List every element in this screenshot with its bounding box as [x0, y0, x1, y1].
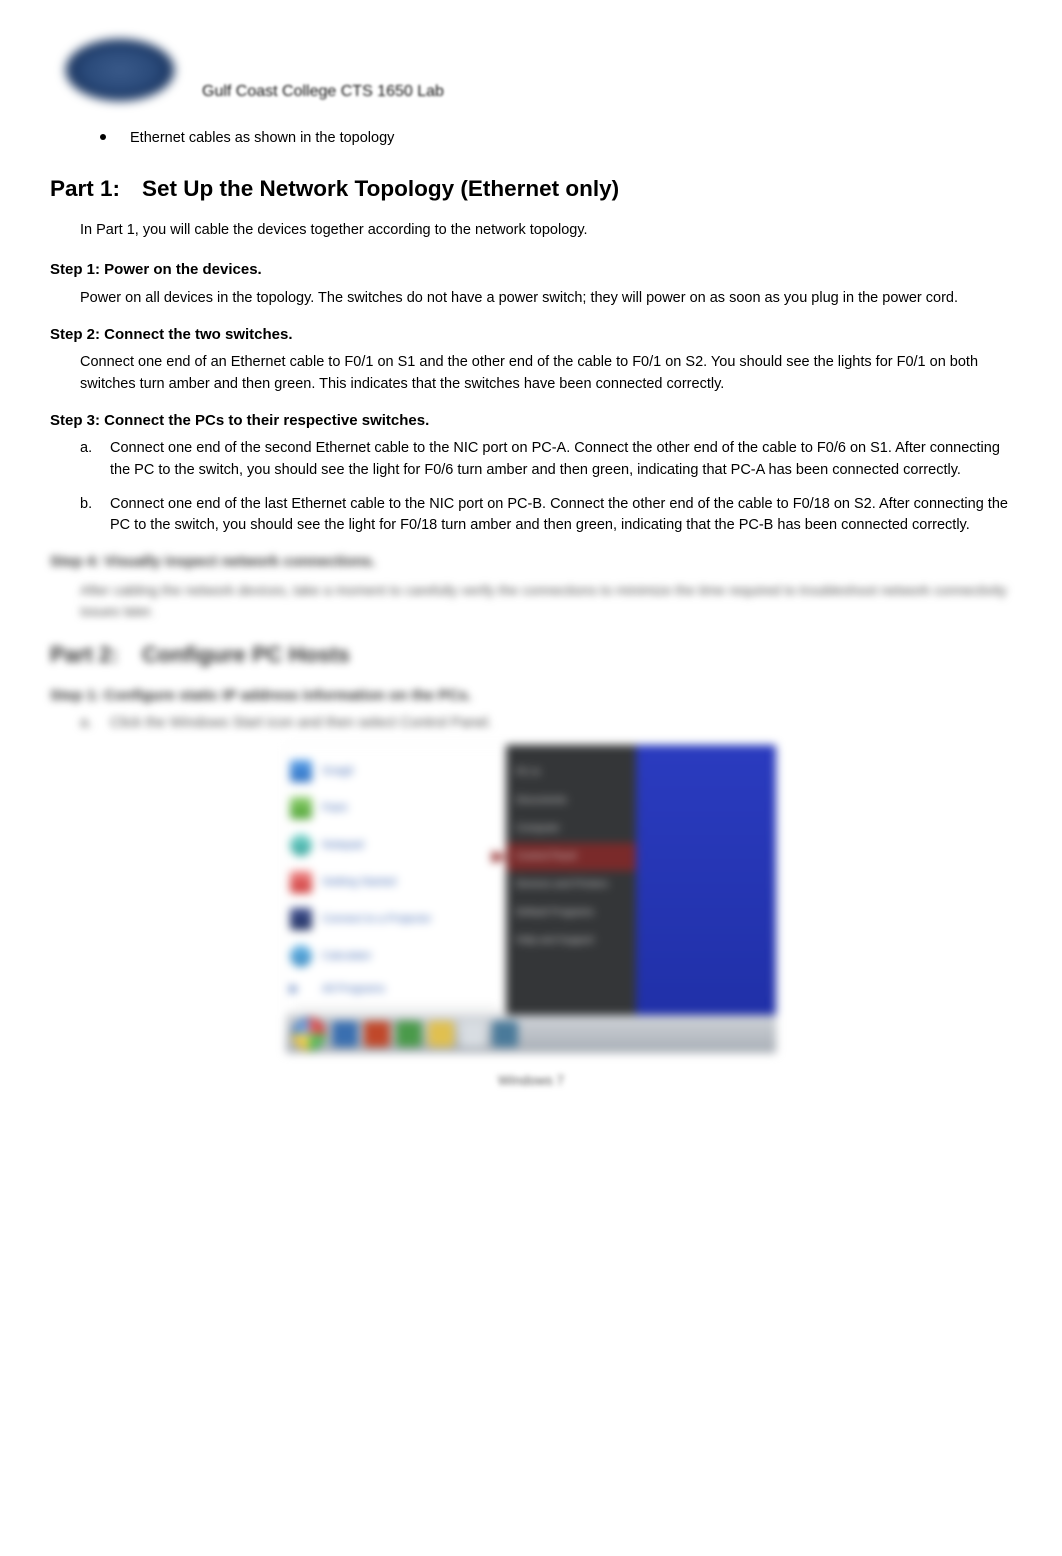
step3-a-text: Connect one end of the second Ethernet c… — [110, 438, 1012, 482]
dark-menu-default-programs[interactable]: Default Programs — [506, 899, 636, 927]
step1-body: Power on all devices in the topology. Th… — [80, 288, 1012, 310]
taskbar-icon[interactable] — [460, 1021, 486, 1047]
separator — [296, 1006, 496, 1007]
step4-heading-blurred: Step 4: Visually inspect network connect… — [50, 551, 1012, 574]
menu-item-all-programs[interactable]: ▶All Programs — [290, 976, 502, 1002]
dark-menu-documents[interactable]: Documents — [506, 787, 636, 815]
start-menu-left-pane: Snagit Paint Notepad Getting Started Con… — [286, 745, 506, 1015]
materials-bullet: Ethernet cables as shown in the topology — [100, 128, 1012, 150]
part2-title: Configure PC Hosts — [142, 642, 350, 667]
app-icon — [290, 908, 312, 930]
list-letter: a. — [80, 438, 110, 482]
dark-menu-help[interactable]: Help and Support — [506, 927, 636, 955]
menu-item-getting-started[interactable]: Getting Started — [290, 865, 502, 899]
part2-step1-a-text: Click the Windows Start icon and then se… — [110, 713, 492, 735]
chevron-right-icon: ▶ — [290, 981, 312, 998]
part2-number: Part 2: — [50, 638, 142, 671]
bullet-icon — [100, 134, 106, 140]
taskbar-icon[interactable] — [396, 1021, 422, 1047]
app-icon — [290, 871, 312, 893]
menu-item-projector[interactable]: Connect to a Projector — [290, 902, 502, 936]
taskbar-icon[interactable] — [428, 1021, 454, 1047]
course-label: Gulf Coast College CTS 1650 Lab — [202, 80, 444, 110]
start-button-icon[interactable] — [292, 1017, 326, 1051]
menu-item-paint[interactable]: Paint — [290, 791, 502, 825]
highlight-arrow-icon — [492, 851, 506, 863]
app-icon — [290, 834, 312, 856]
start-menu-right-pane: PC-A Documents Computer Control Panel De… — [506, 745, 636, 1015]
step3-item-a: a. Connect one end of the second Etherne… — [80, 438, 1012, 482]
college-logo — [50, 30, 190, 110]
dark-menu-devices[interactable]: Devices and Printers — [506, 871, 636, 899]
desktop-background — [636, 745, 776, 1015]
dark-menu-control-panel[interactable]: Control Panel — [506, 843, 636, 871]
taskbar-icon[interactable] — [332, 1021, 358, 1047]
menu-item-calculator[interactable]: Calculator — [290, 939, 502, 973]
step2-heading: Step 2: Connect the two switches. — [50, 324, 1012, 347]
step3-heading: Step 3: Connect the PCs to their respect… — [50, 410, 1012, 433]
list-letter: a. — [80, 713, 110, 735]
app-icon — [290, 945, 312, 967]
figure-container: Snagit Paint Notepad Getting Started Con… — [50, 745, 1012, 1053]
start-menu-figure: Snagit Paint Notepad Getting Started Con… — [286, 745, 776, 1053]
blurred-region: Step 4: Visually inspect network connect… — [50, 551, 1012, 1091]
app-icon — [290, 797, 312, 819]
dark-menu-user[interactable]: PC-A — [506, 759, 636, 787]
app-icon — [290, 760, 312, 782]
part2-heading-blurred: Part 2:Configure PC Hosts — [50, 638, 1012, 671]
figure-caption: Windows 7 — [50, 1071, 1012, 1091]
part2-step1-heading-blurred: Step 1: Configure static IP address info… — [50, 685, 1012, 708]
materials-text: Ethernet cables as shown in the topology — [130, 128, 394, 150]
step1-heading: Step 1: Power on the devices. — [50, 259, 1012, 282]
list-letter: b. — [80, 494, 110, 538]
step4-body-blurred: After cabling the network devices, take … — [80, 580, 1012, 622]
part1-number: Part 1: — [50, 172, 142, 206]
dark-menu-computer[interactable]: Computer — [506, 815, 636, 843]
menu-item-notepad[interactable]: Notepad — [290, 828, 502, 862]
part1-heading: Part 1:Set Up the Network Topology (Ethe… — [50, 172, 1012, 206]
part1-intro: In Part 1, you will cable the devices to… — [80, 220, 1012, 242]
step2-body: Connect one end of an Ethernet cable to … — [80, 352, 1012, 396]
taskbar-icon[interactable] — [492, 1021, 518, 1047]
step3-item-b: b. Connect one end of the last Ethernet … — [80, 494, 1012, 538]
taskbar-icon[interactable] — [364, 1021, 390, 1047]
step3-b-text: Connect one end of the last Ethernet cab… — [110, 494, 1012, 538]
part1-title: Set Up the Network Topology (Ethernet on… — [142, 176, 619, 201]
step3-list: a. Connect one end of the second Etherne… — [80, 438, 1012, 537]
menu-item-snagit[interactable]: Snagit — [290, 754, 502, 788]
page-header: Gulf Coast College CTS 1650 Lab — [50, 30, 1012, 110]
part2-step1-a-blurred: a. Click the Windows Start icon and then… — [80, 713, 1012, 735]
